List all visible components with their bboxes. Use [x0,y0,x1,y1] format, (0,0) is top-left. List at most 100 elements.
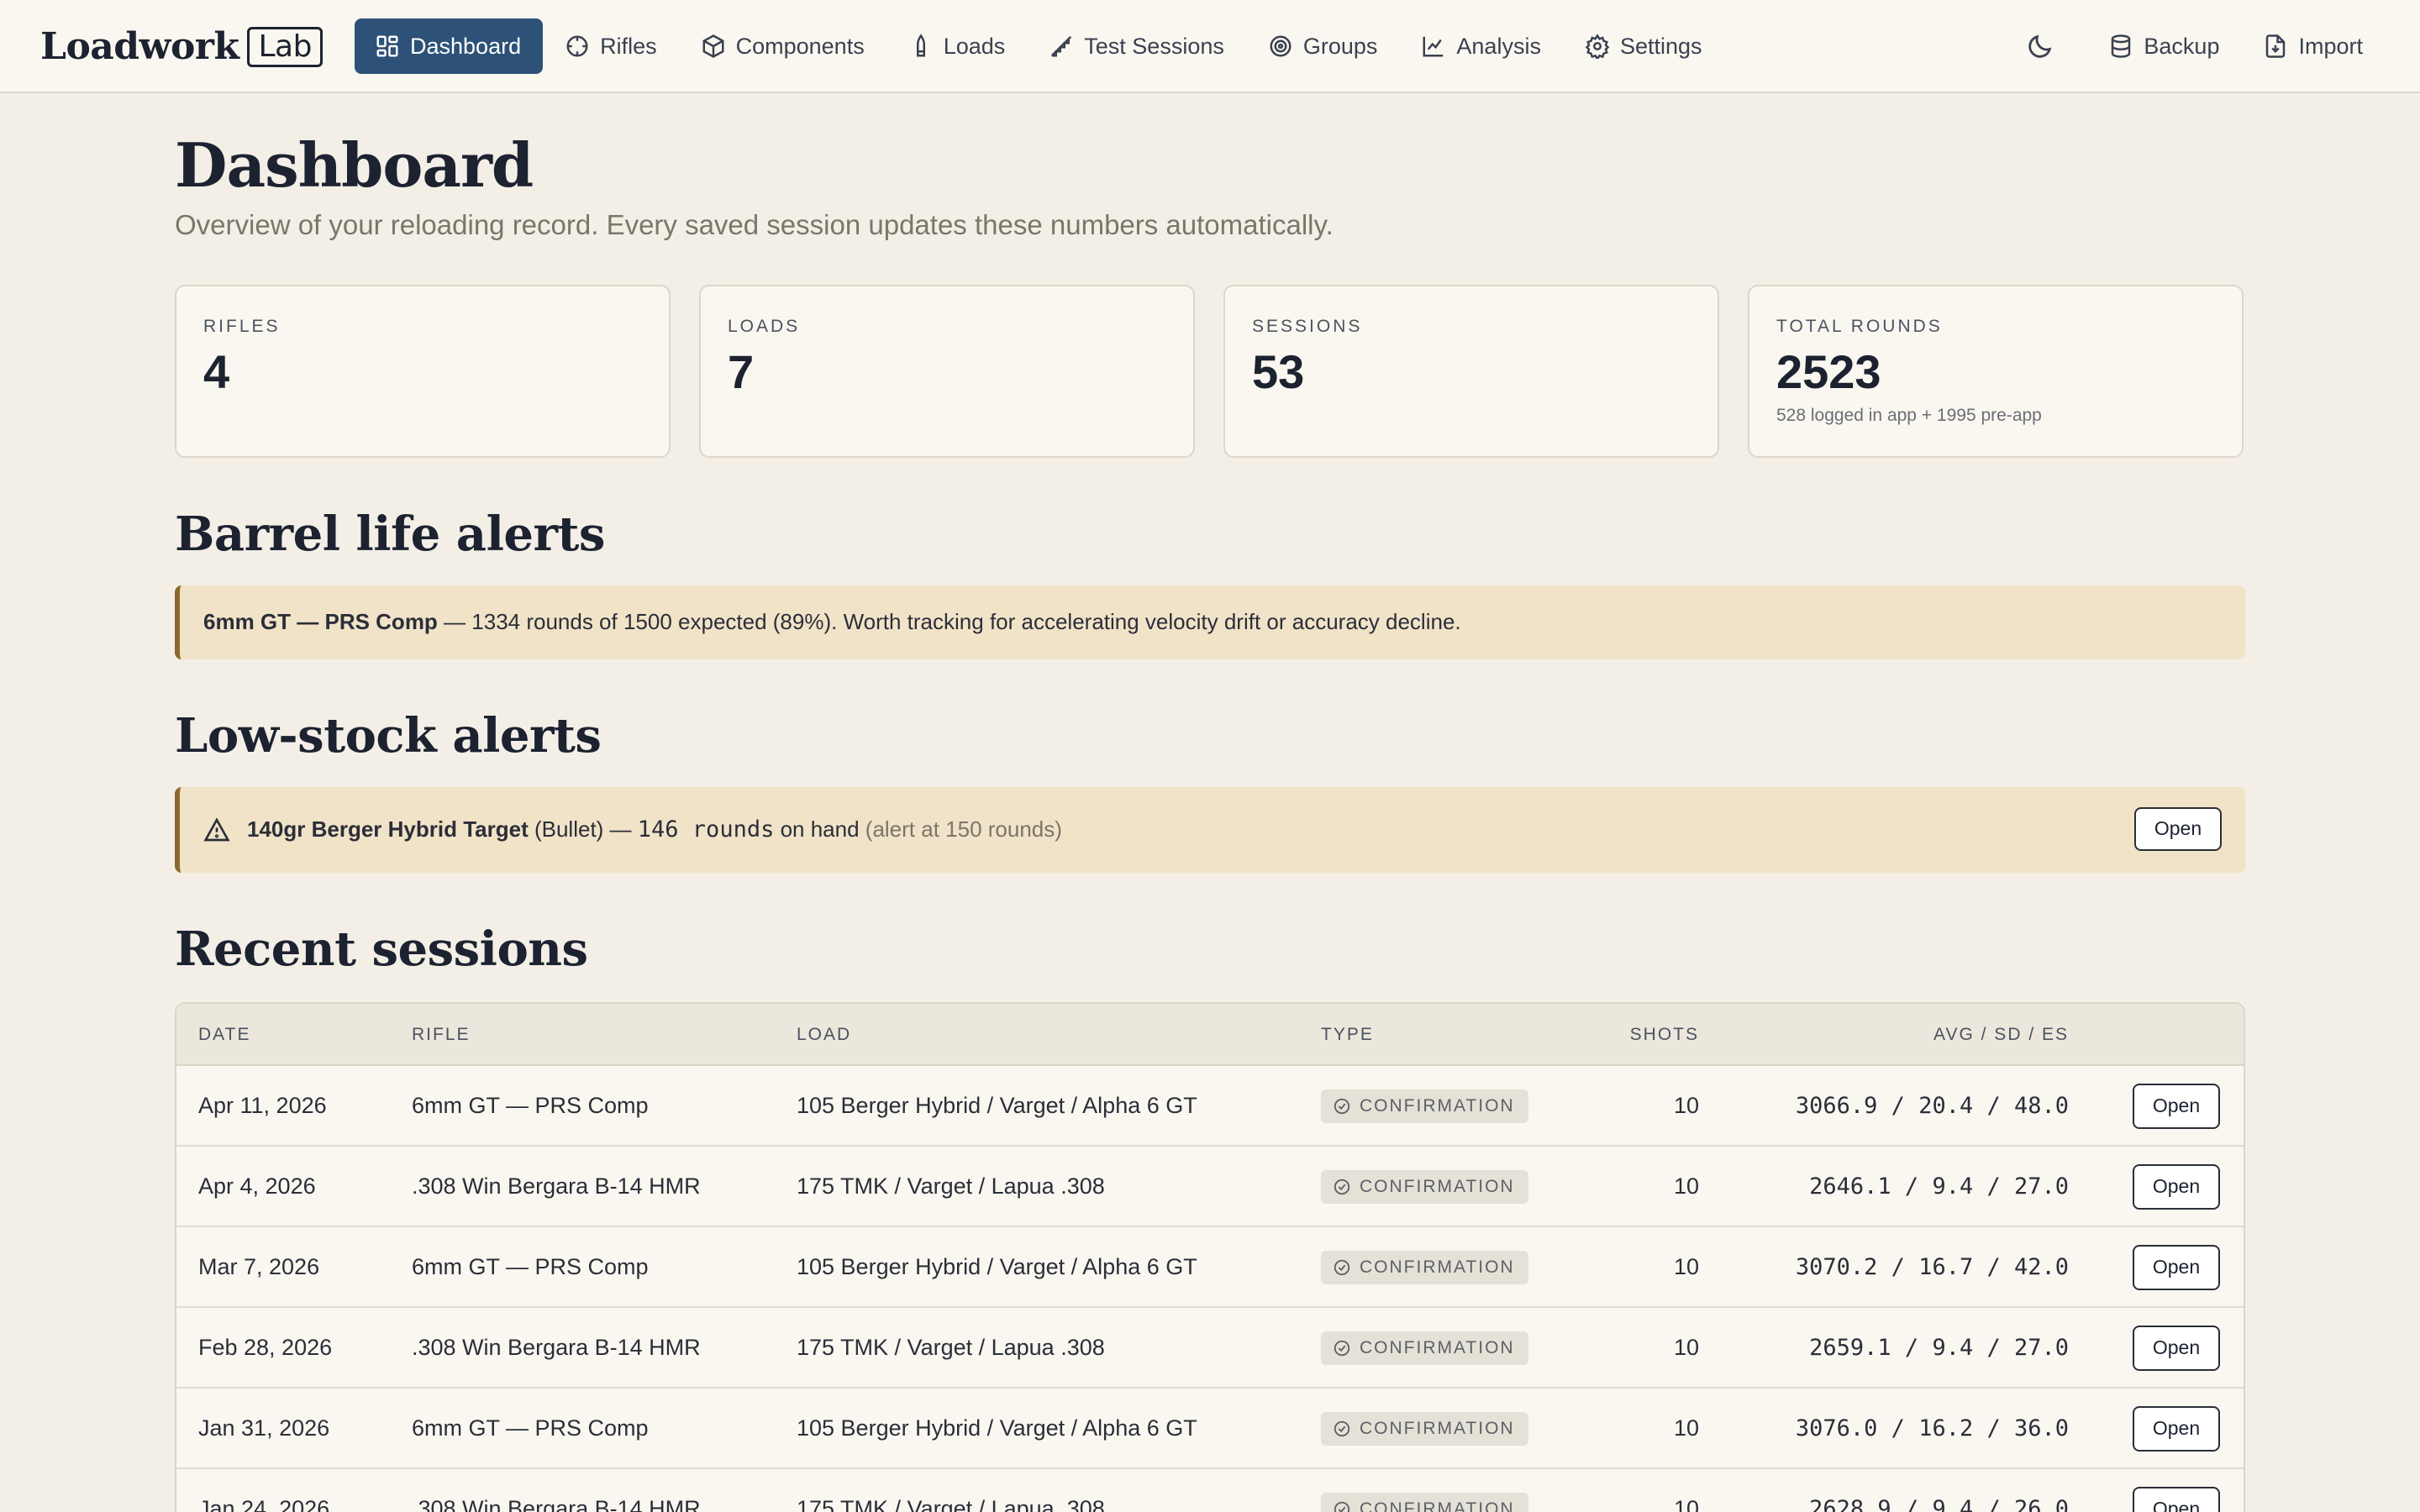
nav-rifles[interactable]: Rifles [544,18,679,74]
box-icon [702,34,724,58]
theme-toggle-button[interactable] [2009,18,2071,74]
col-rifle[interactable]: RIFLE [412,1004,471,1066]
cell-rifle: 6mm GT — PRS Comp [412,1415,649,1441]
stat-card-total-rounds: TOTAL ROUNDS 2523 528 logged in app + 19… [1748,284,2244,458]
nav-label: Loads [943,33,1006,59]
stat-label: SESSIONS [1252,316,1363,336]
stock-item-kind: (Bullet) — [528,816,638,843]
nav-groups[interactable]: Groups [1248,18,1400,74]
stat-card-loads: LOADS 7 [699,284,1195,458]
app-name: Loadwork [40,25,239,68]
col-date[interactable]: DATE [198,1004,250,1066]
file-import-icon [2266,34,2286,58]
type-badge: CONFIRMATION [1321,1331,1528,1365]
cell-rifle: .308 Win Bergara B-14 HMR [412,1496,701,1512]
nav-dashboard[interactable]: Dashboard [355,18,544,74]
table-row[interactable]: Jan 24, 2026 .308 Win Bergara B-14 HMR 175… [176,1469,2244,1512]
type-badge: CONFIRMATION [1321,1492,1528,1512]
check-circle-icon [1334,1501,1350,1512]
app-badge: Lab [247,26,323,67]
cell-shots: 10 [1673,1335,1699,1361]
backup-button[interactable]: Backup [2091,18,2236,74]
barrel-alert-text: — 1334 rounds of 1500 expected (89%). Wo… [437,609,1461,635]
table-body: Apr 11, 2026 6mm GT — PRS Comp 105 Berger … [176,1066,2244,1512]
row-open-button[interactable]: Open [2133,1486,2220,1512]
check-circle-icon [1334,1259,1350,1275]
toolbar: Backup Import [2009,18,2380,74]
row-open-button[interactable]: Open [2133,1244,2220,1290]
col-shots[interactable]: SHOTS [1630,1004,1699,1066]
table-row[interactable]: Mar 7, 2026 6mm GT — PRS Comp 105 Berger H… [176,1227,2244,1308]
table-row[interactable]: Apr 4, 2026 .308 Win Bergara B-14 HMR 175 … [176,1147,2244,1227]
cell-load: 105 Berger Hybrid / Varget / Alpha 6 GT [797,1415,1197,1441]
nav-label: Test Sessions [1084,33,1224,59]
stat-value: 53 [1252,344,1305,398]
type-badge: CONFIRMATION [1321,1250,1528,1284]
type-label: CONFIRMATION [1360,1499,1515,1512]
cell-load: 105 Berger Hybrid / Varget / Alpha 6 GT [797,1254,1197,1280]
type-label: CONFIRMATION [1360,1337,1515,1357]
cell-rifle: 6mm GT — PRS Comp [412,1254,649,1280]
cell-stats: 2659.1 / 9.4 / 27.0 [1809,1335,2069,1362]
cell-rifle: .308 Win Bergara B-14 HMR [412,1173,701,1200]
col-load[interactable]: LOAD [797,1004,851,1066]
nav-analysis[interactable]: Analysis [1401,18,1563,74]
cell-stats: 2646.1 / 9.4 / 27.0 [1809,1173,2069,1200]
cell-load: 175 TMK / Varget / Lapua .308 [797,1496,1105,1512]
type-label: CONFIRMATION [1360,1257,1515,1277]
stat-label: TOTAL ROUNDS [1776,316,1943,336]
stat-card-rifles: RIFLES 4 [175,284,671,458]
cell-load: 175 TMK / Varget / Lapua .308 [797,1173,1105,1200]
cell-actions: Open [2133,1066,2220,1147]
cell-date: Apr 4, 2026 [198,1173,316,1200]
check-circle-icon [1334,1340,1350,1356]
import-label: Import [2298,33,2363,59]
page-subtitle: Overview of your reloading record. Every… [175,208,1334,240]
nav-components[interactable]: Components [681,18,886,74]
nav-settings[interactable]: Settings [1565,18,1724,74]
row-open-button[interactable]: Open [2133,1405,2220,1452]
row-open-button[interactable]: Open [2133,1163,2220,1210]
type-label: CONFIRMATION [1360,1176,1515,1196]
type-badge: CONFIRMATION [1321,1169,1528,1204]
low-stock-alert: 140gr Berger Hybrid Target (Bullet) — 14… [175,786,2245,873]
main-content: Dashboard Overview of your reloading rec… [175,93,2245,1512]
table-row[interactable]: Feb 28, 2026 .308 Win Bergara B-14 HMR 175… [176,1308,2244,1389]
check-circle-icon [1334,1420,1350,1436]
cell-date: Feb 28, 2026 [198,1335,333,1361]
stats-cards: RIFLES 4 LOADS 7 SESSIONS 53 TOTAL ROUND… [175,284,2245,458]
check-circle-icon [1334,1179,1350,1194]
cell-actions: Open [2133,1389,2220,1469]
table-row[interactable]: Jan 31, 2026 6mm GT — PRS Comp 105 Berger … [176,1389,2244,1469]
nav-test-sessions[interactable]: Test Sessions [1028,18,1246,74]
warning-icon [203,816,230,841]
stat-card-sessions: SESSIONS 53 [1223,284,1719,458]
cell-date: Jan 24, 2026 [198,1496,330,1512]
nav-label: Rifles [600,33,657,59]
cell-actions: Open [2133,1227,2220,1308]
cell-stats: 2628.9 / 9.4 / 26.0 [1809,1496,2069,1512]
stock-quantity: 146 rounds [637,816,775,843]
import-button[interactable]: Import [2246,18,2380,74]
table-header: DATE RIFLE LOAD TYPE SHOTS AVG / SD / ES [176,1003,2244,1066]
backup-label: Backup [2144,33,2220,59]
cell-load: 105 Berger Hybrid / Varget / Alpha 6 GT [797,1093,1197,1119]
cell-date: Mar 7, 2026 [198,1254,320,1280]
type-badge: CONFIRMATION [1321,1089,1528,1123]
stock-open-button[interactable]: Open [2134,806,2222,851]
col-stats[interactable]: AVG / SD / ES [1933,1004,2069,1066]
nav-loads[interactable]: Loads [888,18,1028,74]
cell-rifle: 6mm GT — PRS Comp [412,1093,649,1119]
stat-label: LOADS [728,316,801,336]
row-open-button[interactable]: Open [2133,1325,2220,1371]
gear-icon [1585,34,1610,59]
app-logo[interactable]: Loadwork Lab [40,25,323,68]
cell-type: CONFIRMATION [1321,1469,1528,1512]
row-open-button[interactable]: Open [2133,1083,2220,1129]
nav-label: Analysis [1456,33,1541,59]
target-icon [1270,35,1292,57]
nav-label: Groups [1302,33,1378,59]
moon-icon [2028,34,2052,58]
col-type[interactable]: TYPE [1321,1004,1374,1066]
table-row[interactable]: Apr 11, 2026 6mm GT — PRS Comp 105 Berger … [176,1066,2244,1147]
